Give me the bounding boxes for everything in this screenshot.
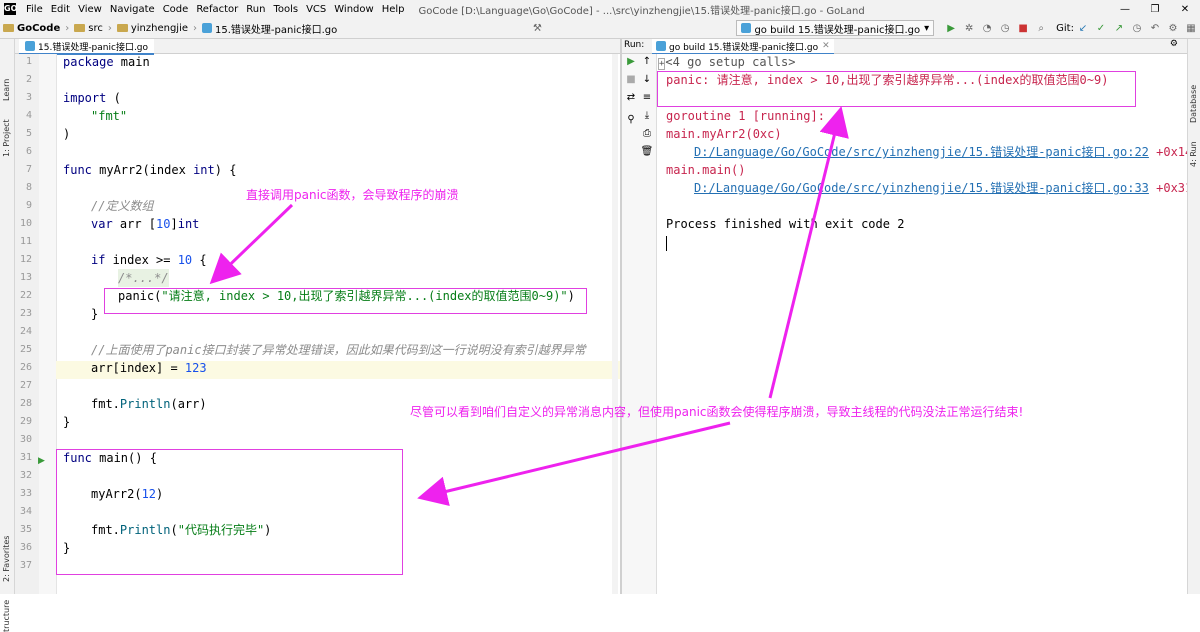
structure-tool-button[interactable]: tructure — [2, 600, 11, 632]
annotation-arrows — [209, 106, 849, 506]
annotation-note-panic-crash: 直接调用panic函数，会导致程序的崩溃 — [246, 188, 459, 202]
arrow-to-panic-call — [209, 203, 294, 285]
annotation-note-explanation: 尽管可以看到咱们自定义的异常消息内容，但使用panic函数会使得程序崩溃，导致主… — [410, 405, 1024, 419]
arrow-to-main-func — [417, 421, 731, 506]
arrow-to-panic-output — [768, 106, 849, 399]
